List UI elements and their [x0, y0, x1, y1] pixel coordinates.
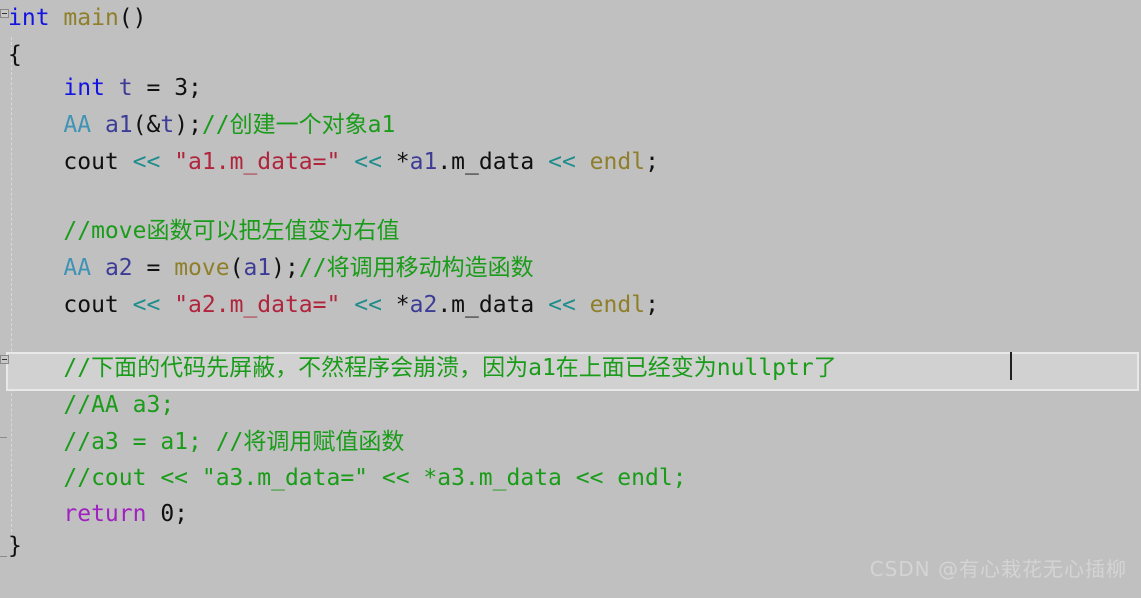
code-token: ); — [174, 112, 202, 138]
code-token: // — [298, 255, 327, 281]
code-token: .m_data — [437, 149, 549, 175]
csdn-watermark: CSDN @有心栽花无心插柳 — [869, 557, 1127, 581]
code-line[interactable]: //move函数可以把左值变为右值 — [0, 213, 1141, 250]
code-token: * — [381, 292, 410, 318]
code-line[interactable]: //AA a3; — [0, 387, 1141, 424]
code-token: 函数可以把左值变为右值 — [146, 218, 400, 244]
code-token: } — [8, 533, 22, 559]
code-token: { — [8, 42, 22, 68]
code-token: int — [63, 75, 105, 101]
code-token: nullptr — [716, 355, 814, 381]
code-token: a1 — [367, 112, 396, 138]
code-token: int — [8, 5, 50, 31]
code-token: //a3 = a1; // — [63, 429, 244, 455]
code-token: * — [381, 149, 410, 175]
code-token: () — [118, 5, 147, 31]
code-line[interactable]: //a3 = a1; //将调用赋值函数 — [0, 424, 1141, 461]
code-token: << — [548, 292, 576, 318]
code-token: //AA a3; — [63, 392, 175, 418]
code-line[interactable]: AA a1(&t);//创建一个对象a1 — [0, 107, 1141, 144]
code-line[interactable]: //下面的代码先屏蔽，不然程序会崩溃，因为a1在上面已经变为nullptr了 — [0, 350, 1141, 387]
code-token: << — [354, 292, 382, 318]
code-token: << — [132, 149, 161, 175]
code-token: a1 — [409, 149, 438, 175]
code-token: ( — [229, 255, 244, 281]
code-token: cout — [8, 292, 133, 318]
code-token: "a2.m_data=" — [174, 292, 341, 318]
code-content[interactable]: int main(){ int t = 3; AA a1(&t);//创建一个对… — [0, 0, 1141, 598]
code-token: = — [132, 255, 175, 281]
code-token: endl — [589, 292, 646, 318]
code-token: 3; — [174, 75, 202, 101]
code-line[interactable]: { — [0, 37, 1141, 74]
code-token: = — [132, 75, 175, 101]
code-token: 将调用移动构造函数 — [326, 255, 534, 281]
code-token: AA — [63, 112, 92, 138]
code-editor[interactable]: int main(){ int t = 3; AA a1(&t);//创建一个对… — [0, 0, 1141, 598]
code-token: main — [63, 5, 119, 31]
code-token: (& — [132, 112, 161, 138]
code-token: << — [132, 292, 161, 318]
code-token: a1 — [528, 355, 556, 381]
code-token: 创建一个对象 — [229, 112, 368, 138]
code-line[interactable]: int t = 3; — [0, 70, 1141, 107]
code-token: return — [63, 501, 147, 527]
code-token: a2 — [104, 255, 133, 281]
code-token: move — [174, 255, 230, 281]
code-token: // — [63, 355, 92, 381]
code-token: a2 — [409, 292, 438, 318]
code-token: 0; — [146, 501, 189, 527]
code-token: ; — [645, 149, 659, 175]
code-token: .m_data — [437, 292, 549, 318]
code-token: a1 — [243, 255, 272, 281]
code-token: 了 — [813, 355, 837, 381]
code-token: 下面的代码先屏蔽，不然程序会崩溃，因为 — [91, 355, 529, 381]
code-line[interactable]: cout << "a2.m_data=" << *a2.m_data << en… — [0, 287, 1141, 324]
code-line[interactable]: int main() — [0, 0, 1141, 37]
code-token: << — [354, 149, 382, 175]
code-token: 在上面已经变为 — [555, 355, 717, 381]
code-token: ); — [271, 255, 299, 281]
code-token: t — [118, 75, 133, 101]
code-token: << — [548, 149, 576, 175]
code-token: cout — [8, 149, 133, 175]
code-token: //cout << "a3.m_data=" << *a3.m_data << … — [63, 465, 687, 491]
code-token: //move — [63, 218, 147, 244]
code-token: ; — [645, 292, 659, 318]
code-token: t — [160, 112, 175, 138]
code-token: // — [201, 112, 230, 138]
code-token: AA — [63, 255, 92, 281]
code-line[interactable]: AA a2 = move(a1);//将调用移动构造函数 — [0, 250, 1141, 287]
text-caret — [1010, 352, 1012, 380]
code-token: endl — [589, 149, 646, 175]
code-token: 将调用赋值函数 — [243, 429, 405, 455]
code-token: a1 — [104, 112, 133, 138]
code-line[interactable]: //cout << "a3.m_data=" << *a3.m_data << … — [0, 460, 1141, 497]
code-line[interactable]: cout << "a1.m_data=" << *a1.m_data << en… — [0, 144, 1141, 181]
code-token: "a1.m_data=" — [174, 149, 341, 175]
